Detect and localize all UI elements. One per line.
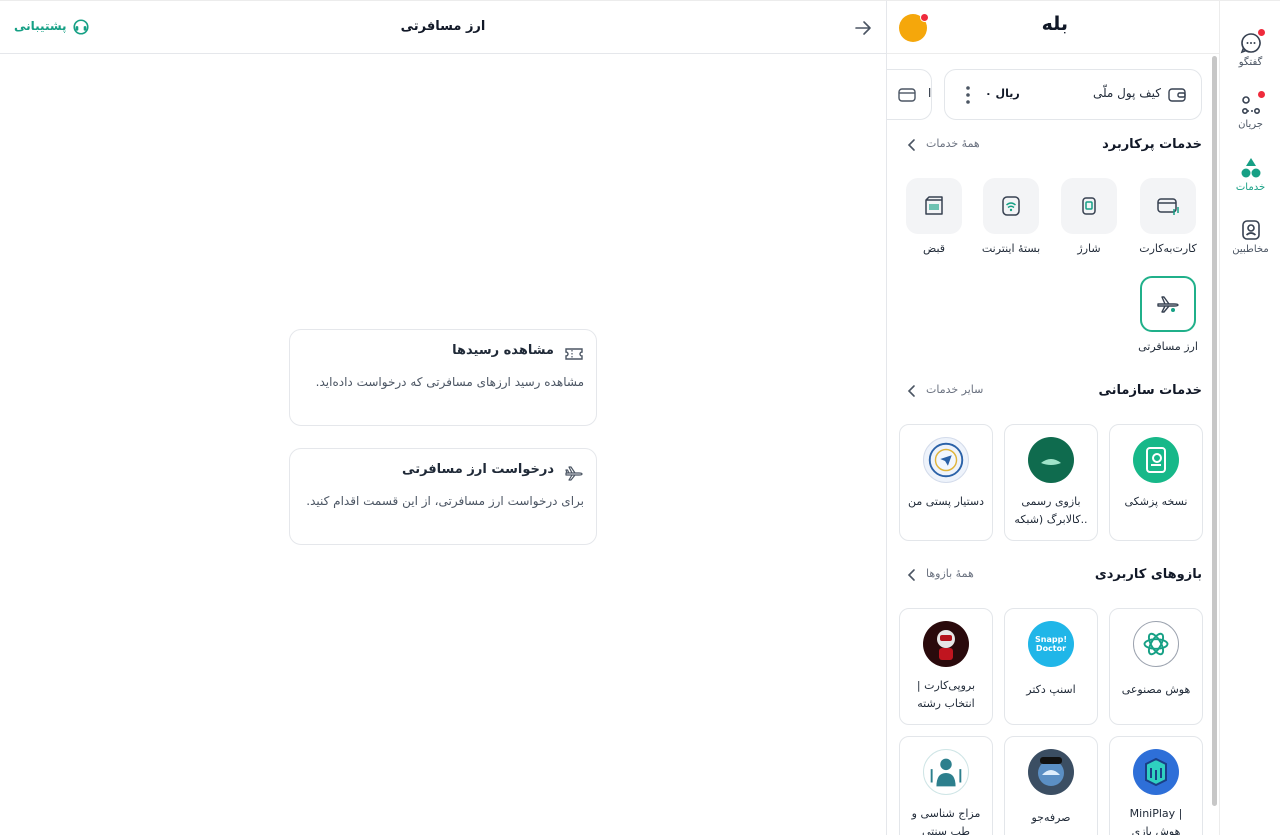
rail-label: جریان [1238,119,1263,130]
app-title: بله [1041,13,1068,35]
ai-logo [1143,632,1169,656]
request-currency-desc: برای درخواست ارز مسافرتی، از این قسمت اق… [306,494,584,508]
bot-card-snapp-doctor[interactable]: Snapp! Doctor اسنپ دکتر [1004,608,1098,725]
sidebar-header: بله [887,1,1219,54]
sim-charge-icon [1082,197,1096,215]
bots-title: بازوهای کاربردی [1094,567,1202,582]
secondary-wallet-card[interactable]: ا [887,69,932,120]
miniplay-logo [1145,757,1167,787]
main-header: پشتیبانی ارز مسافرتی [0,1,886,54]
airplane-icon [565,466,583,481]
rail-item-services[interactable]: خدمات [1220,156,1280,193]
ticket-icon [565,348,583,360]
rail-item-contacts[interactable]: مخاطبین [1220,218,1280,255]
request-currency-title: درخواست ارز مسافرتی [402,462,554,477]
nav-rail: گفتگو جریان خدمات مخاطبین [1219,0,1280,835]
service-charge[interactable]: شارژ [1049,178,1129,255]
contacts-icon [1241,220,1260,240]
chat-badge [1257,29,1265,36]
service-travel-currency[interactable]: ارز مسافرتی [1128,276,1208,353]
notification-dot [920,13,929,22]
bot-card-miniplay[interactable]: MiniPlay | هوش بازی [1109,736,1203,835]
bot-card-sarfejoo[interactable]: صرفه‌جو [1004,736,1098,835]
all-bots-label: همهٔ بازوها [926,567,974,580]
all-bots-link[interactable]: همهٔ بازوها [905,565,995,585]
airplane-icon [1157,296,1179,313]
main-pane: پشتیبانی ارز مسافرتی مشاهده رسیدها مشاهد… [0,0,886,835]
service-label: بستهٔ اینترنت [981,242,1041,255]
org-card-prescription[interactable]: نسخه پزشکی [1109,424,1203,541]
org-services-title: خدمات سازمانی [1098,383,1202,398]
bot-card-ai[interactable]: هوش مصنوعی [1109,608,1203,725]
flow-badge [1257,91,1265,98]
service-label: ارز مسافرتی [1138,340,1198,353]
robot-logo [937,630,955,660]
all-services-label: همهٔ خدمات [926,137,980,150]
wallet-balance: ۰ ریال [985,87,1020,100]
secondary-wallet-label: ا [928,86,932,100]
bot-card-robot[interactable]: بروپی‌کارت | انتخاب رشته [899,608,993,725]
bot-card-label: MiniPlay | هوش بازی [1129,807,1183,835]
snapp-doctor-logo: Snapp! Doctor [1035,635,1067,653]
service-label: شارژ [1077,242,1101,255]
request-currency-card[interactable]: درخواست ارز مسافرتی برای درخواست ارز مسا… [289,448,597,545]
avatar[interactable] [899,13,929,42]
card-icon [898,88,916,102]
all-services-link[interactable]: همهٔ خدمات [905,135,995,155]
org-card-label: نسخه پزشکی [1124,495,1188,508]
rail-label: مخاطبین [1232,244,1269,255]
wifi-icon [1002,196,1020,216]
chevron-left-icon [907,569,915,581]
service-internet[interactable]: بستهٔ اینترنت [971,178,1051,255]
mezaj-logo [930,758,962,787]
service-bill[interactable]: قبض [894,178,974,255]
bot-card-label: اسنپ دکتر [1026,683,1076,696]
wallet-name: کیف پول ملّی [1092,86,1161,100]
rail-item-flow[interactable]: جریان [1220,91,1280,130]
services-icon [1241,158,1260,178]
view-receipts-title: مشاهده رسیدها [452,343,554,358]
page-title: ارز مسافرتی [400,19,486,34]
back-arrow-icon[interactable] [853,18,873,38]
org-card-post[interactable]: دستیار پستی من [899,424,993,541]
other-services-link[interactable]: سایر خدمات [905,381,995,401]
wallet-icon [1168,88,1186,102]
post-logo [928,442,964,478]
card-transfer-icon [1157,198,1179,215]
org-card-label: بازوی رسمی کالابرگ (شبکه.. [1014,495,1088,526]
sidebar-scrollbar[interactable] [1212,56,1217,806]
rail-item-chat[interactable]: گفتگو [1220,29,1280,68]
view-receipts-card[interactable]: مشاهده رسیدها مشاهده رسید ارزهای مسافرتی… [289,329,597,426]
services-sidebar: بله ا کیف پول ملّی ۰ ریال خدمات پرکاربرد… [886,0,1219,835]
more-vertical-icon[interactable] [963,82,973,108]
chevron-left-icon [907,385,915,397]
other-services-label: سایر خدمات [926,383,984,396]
service-card-to-card[interactable]: کارت‌به‌کارت [1128,178,1208,255]
rail-label: گفتگو [1238,57,1263,68]
prescription-icon [1146,447,1166,473]
sarfejoo-logo [1038,757,1064,786]
service-label: کارت‌به‌کارت [1139,242,1197,255]
bot-card-label: مزاج شناسی و طب سنتی [911,807,981,835]
bot-card-label: صرفه‌جو [1031,811,1071,824]
bill-icon [925,196,943,215]
bot-card-label: هوش مصنوعی [1121,683,1191,696]
frequent-services-title: خدمات پرکاربرد [1102,137,1202,152]
bot-card-label: بروپی‌کارت | انتخاب رشته [916,679,976,710]
wallet-card[interactable]: کیف پول ملّی ۰ ریال [944,69,1202,120]
org-card-label: دستیار پستی من [907,495,985,508]
chevron-left-icon [907,139,915,151]
view-receipts-desc: مشاهده رسید ارزهای مسافرتی که درخواست دا… [315,375,584,389]
rail-label: خدمات [1235,182,1266,193]
service-label: قبض [922,242,946,255]
kalabarg-logo [1041,459,1061,465]
bot-card-mezaj[interactable]: مزاج شناسی و طب سنتی [899,736,993,835]
org-card-kalabarg[interactable]: بازوی رسمی کالابرگ (شبکه.. [1004,424,1098,541]
